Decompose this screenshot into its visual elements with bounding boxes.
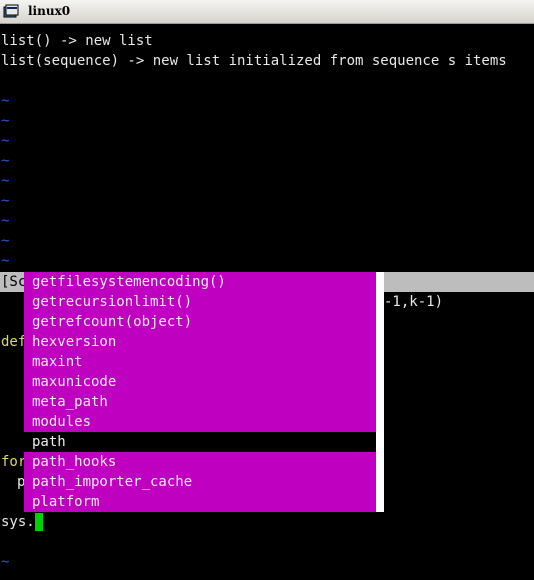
doc-line-1: list() -> new list (1, 33, 153, 49)
prompt-text: sys. (1, 514, 35, 530)
code-fragment: -1,k-1) (384, 294, 444, 310)
empty-line-marker: ~ (1, 93, 10, 109)
completion-item[interactable]: getfilesystemencoding() (24, 272, 376, 292)
completion-item[interactable]: modules (24, 412, 376, 432)
doc-line-2: list(sequence) -> new list initialized f… (1, 53, 507, 69)
completion-item[interactable]: maxunicode (24, 372, 376, 392)
completion-item[interactable]: getrefcount(object) (24, 312, 376, 332)
empty-line-marker: ~ (1, 133, 10, 149)
empty-line-marker: ~ (1, 113, 10, 129)
empty-line-marker: ~ (1, 213, 10, 229)
completion-item-selected[interactable]: path (24, 432, 376, 452)
prompt-line[interactable]: sys. (1, 512, 43, 532)
completion-item[interactable]: getrecursionlimit() (24, 292, 376, 312)
terminal-icon (3, 4, 19, 18)
completion-item[interactable]: path_hooks (24, 452, 376, 472)
empty-line-marker: ~ (1, 173, 10, 189)
completion-scrollbar[interactable] (376, 272, 384, 512)
completion-item[interactable]: hexversion (24, 332, 376, 352)
status-left: [Sc (1, 274, 27, 290)
title-bar: linux0 (0, 0, 534, 24)
empty-line-marker: ~ (1, 253, 10, 269)
empty-line-marker: ~ (1, 233, 10, 249)
window-title: linux0 (28, 4, 71, 18)
completion-item[interactable]: platform (24, 492, 376, 512)
completion-item[interactable]: path_importer_cache (24, 472, 376, 492)
completion-item[interactable]: maxint (24, 352, 376, 372)
text-cursor (34, 513, 43, 531)
keyword-for: for (1, 454, 27, 470)
empty-line-marker: ~ (1, 153, 10, 169)
keyword-def: def (1, 334, 27, 350)
empty-line-marker: ~ (1, 193, 10, 209)
empty-line-marker: ~ (1, 554, 10, 570)
completion-popup[interactable]: getfilesystemencoding() getrecursionlimi… (24, 272, 376, 512)
completion-item[interactable]: meta_path (24, 392, 376, 412)
